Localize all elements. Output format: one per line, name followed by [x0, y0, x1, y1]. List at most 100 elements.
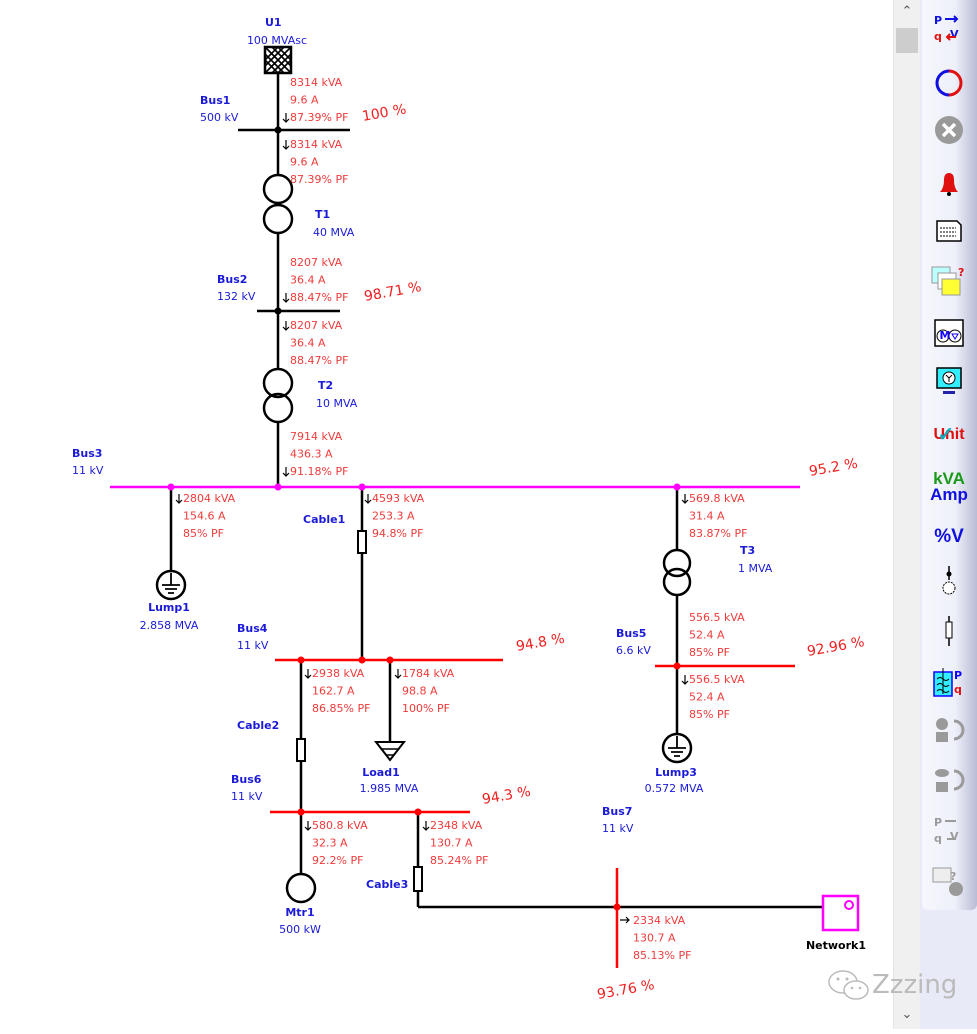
flow-amps: 36.4 A: [290, 337, 326, 350]
bus-voltage-percent: 93.76 %: [596, 977, 656, 1003]
compare-db-button[interactable]: [926, 767, 972, 803]
report-manager-button[interactable]: ?: [926, 265, 972, 301]
bus-name: Bus1: [200, 94, 230, 107]
motor-mtr1-symbol[interactable]: [285, 872, 317, 904]
stop-icon: [932, 113, 966, 152]
flow-kva: 2348 kVA: [430, 819, 483, 832]
flow-arrow-down-icon: [175, 494, 183, 504]
bus-kv: 6.6 kV: [616, 644, 651, 657]
report-icon: [932, 214, 966, 253]
network1-symbol[interactable]: [821, 894, 860, 932]
cable3-symbol[interactable]: [413, 866, 423, 892]
percent-voltage-button[interactable]: %V: [926, 519, 972, 555]
flow-arrow-down-icon: [282, 113, 290, 123]
load1-symbol[interactable]: [373, 741, 407, 762]
flow-pf: 100% PF: [402, 702, 450, 715]
transformer-t2-symbol[interactable]: [262, 367, 294, 424]
cable1-symbol[interactable]: [357, 530, 367, 554]
monitor-button[interactable]: [926, 365, 972, 401]
watermark-text: Zzzing: [872, 970, 958, 1000]
bus-node-icon: [932, 564, 966, 603]
alarm-bell-button[interactable]: [926, 167, 972, 203]
load-name: Lump3: [655, 766, 697, 779]
help-report-button[interactable]: ?: [926, 864, 972, 900]
flow-amps: 36.4 A: [290, 274, 326, 287]
kva-amp-icon: kVA Amp: [930, 470, 968, 503]
transformer-t3-symbol[interactable]: [662, 548, 692, 597]
flow-amps: 9.6 A: [290, 94, 319, 107]
flow-amps: 253.3 A: [372, 510, 415, 523]
stop-button[interactable]: [926, 114, 972, 150]
pqv-gray-icon: PqV: [932, 813, 966, 852]
transformer-rating: 40 MVA: [313, 226, 355, 239]
bus-node: [297, 808, 305, 816]
report-button[interactable]: [926, 215, 972, 251]
flow-kva: 8314 kVA: [290, 138, 343, 151]
lump3-symbol[interactable]: [661, 732, 693, 764]
bus-voltage-percent: 92.96 %: [806, 634, 866, 660]
cable-name: Cable3: [366, 878, 408, 891]
bus-name: Bus4: [237, 622, 268, 635]
flow-arrow-down-icon: [681, 675, 689, 685]
pq-tank-button[interactable]: Pq: [926, 667, 972, 703]
bus-node-button[interactable]: [926, 565, 972, 601]
run-cycle-button[interactable]: [926, 67, 972, 103]
bus-node: [358, 656, 366, 664]
cable-name: Cable2: [237, 719, 279, 732]
svg-text:V: V: [950, 830, 959, 843]
source-name: U1: [265, 16, 282, 29]
load-flow-toolbar: Pq V? M Unit ✓ kVA Amp %V Pq Pq V?: [920, 0, 977, 1029]
bus-voltage-percent: 94.3 %: [481, 784, 532, 808]
flow-pf: 86.85% PF: [312, 702, 370, 715]
compare-button[interactable]: [926, 717, 972, 753]
one-line-diagram-canvas[interactable]: U1 100 MVAsc Bus1 500 kV 100 % Bus2 132 kV 98.7…: [0, 0, 893, 1029]
flow-kva: 8314 kVA: [290, 76, 343, 89]
flow-kva: 7914 kVA: [290, 430, 343, 443]
pqv-gray-button[interactable]: PqV: [926, 814, 972, 850]
scroll-down-button[interactable]: ⌄: [894, 1003, 920, 1025]
motor-load-button[interactable]: M: [926, 317, 972, 353]
vertical-scrollbar[interactable]: ⌃ ⌄: [893, 0, 920, 1029]
flow-kva: 556.5 kVA: [689, 611, 745, 624]
scroll-up-button[interactable]: ⌃: [894, 0, 920, 22]
load-rating: 2.858 MVA: [140, 619, 199, 632]
svg-text:M: M: [940, 329, 951, 342]
unit-check-button[interactable]: Unit ✓: [926, 417, 972, 453]
flow-arrow-down-icon: [282, 321, 290, 331]
flow-pf: 85% PF: [689, 708, 730, 721]
bus-node: [274, 126, 282, 134]
svg-text:q: q: [954, 683, 962, 696]
svg-text:q: q: [934, 30, 942, 43]
svg-text:P: P: [934, 816, 942, 829]
lump1-symbol[interactable]: [155, 569, 187, 601]
bus-voltage-percent: 95.2 %: [808, 456, 859, 480]
kva-amp-button[interactable]: kVA Amp: [926, 469, 972, 505]
flow-kva: 2334 kVA: [633, 914, 686, 927]
bus-name: Bus5: [616, 627, 646, 640]
help-report-icon: ?: [930, 862, 968, 903]
utility-u1-symbol[interactable]: [263, 45, 293, 75]
scroll-thumb[interactable]: [896, 28, 918, 53]
bus-kv: 11 kV: [237, 639, 269, 652]
flow-pf: 88.47% PF: [290, 291, 348, 304]
branch-button[interactable]: [926, 615, 972, 651]
transformer-t1-symbol[interactable]: [262, 173, 294, 235]
cable2-symbol[interactable]: [296, 738, 306, 762]
bus-node: [358, 483, 366, 491]
motor-load-icon: M: [932, 316, 966, 355]
bus-kv: 11 kV: [72, 464, 104, 477]
load-flow-pqv-button[interactable]: PqV: [926, 12, 972, 48]
pq-tank-icon: Pq: [930, 665, 968, 706]
bus-node: [274, 483, 282, 491]
flow-amps: 31.4 A: [689, 510, 725, 523]
flow-pf: 88.47% PF: [290, 354, 348, 367]
flow-kva: 2804 kVA: [183, 492, 236, 505]
bus-node: [386, 656, 394, 664]
transformer-rating: 10 MVA: [316, 397, 358, 410]
bus-voltage-percent: 98.71 %: [363, 279, 423, 305]
transformer-name: T3: [740, 544, 755, 557]
bus-node: [613, 903, 621, 911]
load-flow-pqv-icon: PqV: [932, 11, 966, 50]
percent-voltage-icon: %V: [934, 526, 964, 548]
flow-pf: 85% PF: [183, 527, 224, 540]
